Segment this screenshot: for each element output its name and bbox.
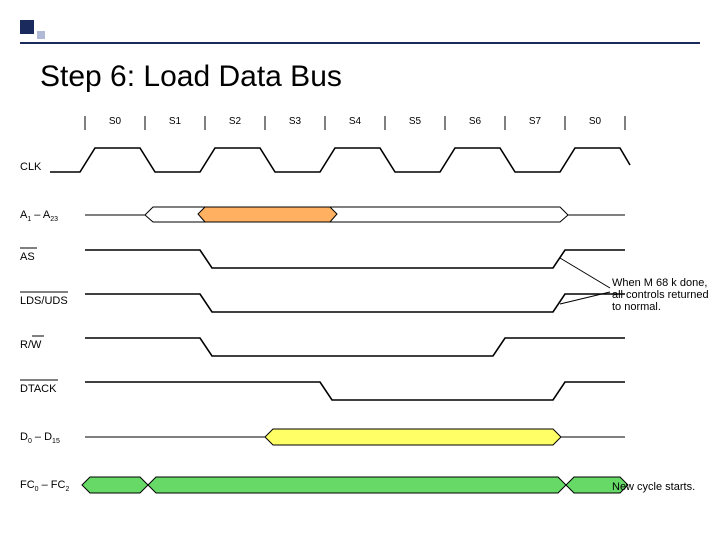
svg-text:R/W: R/W <box>20 339 42 351</box>
as-waveform <box>85 250 625 268</box>
svg-text:all controls returned: all controls returned <box>612 289 709 301</box>
timing-diagram: S0 S1 S2 S3 S4 S5 S6 S7 S0 CLK <box>0 110 720 520</box>
svg-text:LDS/UDS: LDS/UDS <box>20 295 68 307</box>
rw-label: R/W <box>20 336 44 351</box>
svg-text:AS: AS <box>20 251 35 263</box>
annotation-newcycle: New cycle starts. <box>612 481 695 493</box>
svg-text:S6: S6 <box>469 116 482 127</box>
svg-text:S0: S0 <box>109 116 122 127</box>
as-label: AS <box>20 248 37 263</box>
data-label: D0 – D15 <box>20 431 60 445</box>
svg-text:to normal.: to normal. <box>612 301 661 313</box>
svg-text:S1: S1 <box>169 116 182 127</box>
slide-title: Step 6: Load Data Bus <box>40 60 342 94</box>
svg-text:A1 – A23: A1 – A23 <box>20 209 58 223</box>
svg-text:D0 – D15: D0 – D15 <box>20 431 60 445</box>
dtack-label: DTACK <box>20 380 58 395</box>
ldsuds-label: LDS/UDS <box>20 292 68 307</box>
clk-waveform <box>50 148 630 172</box>
svg-text:S2: S2 <box>229 116 242 127</box>
clk-label: CLK <box>20 161 42 173</box>
svg-text:FC0 – FC2: FC0 – FC2 <box>20 479 69 493</box>
addr-label: A1 – A23 <box>20 209 58 223</box>
state-labels: S0 S1 S2 S3 S4 S5 S6 S7 S0 <box>109 116 602 127</box>
annotation-done: When M 68 k done, all controls returned … <box>612 277 709 313</box>
svg-text:DTACK: DTACK <box>20 383 57 395</box>
fc-waveform <box>82 477 628 493</box>
addr-waveform <box>85 207 625 222</box>
svg-text:S3: S3 <box>289 116 302 127</box>
fc-label: FC0 – FC2 <box>20 479 69 493</box>
svg-text:S7: S7 <box>529 116 542 127</box>
svg-text:S0: S0 <box>589 116 602 127</box>
ldsuds-waveform <box>85 294 625 312</box>
svg-text:S5: S5 <box>409 116 422 127</box>
title-divider <box>20 42 700 44</box>
dtack-waveform <box>85 382 625 400</box>
slide-bullet-decoration <box>20 20 45 39</box>
svg-text:S4: S4 <box>349 116 362 127</box>
rw-waveform <box>85 338 625 356</box>
data-waveform <box>85 429 625 445</box>
svg-text:When M 68 k done,: When M 68 k done, <box>612 277 707 289</box>
callout-lines <box>560 258 610 304</box>
